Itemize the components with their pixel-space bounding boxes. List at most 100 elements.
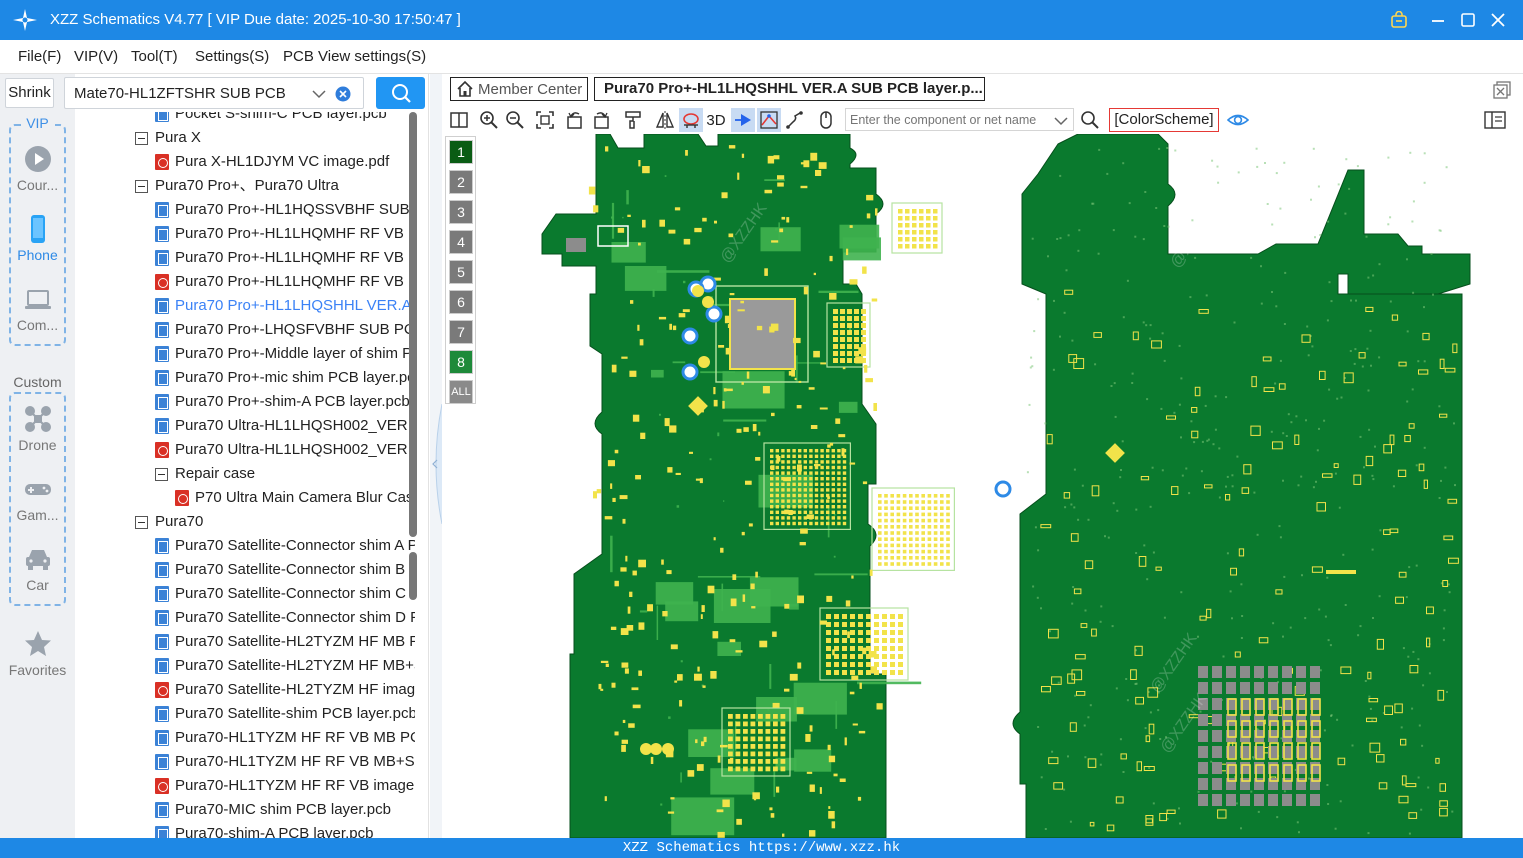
- menu-tool[interactable]: Tool(T): [131, 48, 178, 65]
- layer-button-all[interactable]: ALL: [449, 380, 473, 404]
- vip-bag-icon[interactable]: [1388, 9, 1410, 31]
- component-search-input[interactable]: [845, 108, 1074, 131]
- layer-button-7[interactable]: 7: [449, 320, 473, 344]
- mirror-button[interactable]: [653, 108, 677, 132]
- layer-button-3[interactable]: 3: [449, 200, 473, 224]
- tree-file[interactable]: Pura70 Satellite-HL2TYZM HF MB+SUB PCB l…: [155, 654, 415, 678]
- nav-car[interactable]: Car: [0, 544, 75, 593]
- tree-file[interactable]: Pura70 Pro+-HL1LHQSHHL VER.A SUB PCB lay…: [155, 294, 415, 318]
- close-tab-icon[interactable]: [1493, 81, 1511, 99]
- collapse-handle[interactable]: [428, 404, 442, 524]
- paint-brush-button[interactable]: [621, 108, 645, 132]
- tree-file[interactable]: Pura70 Satellite-HL2TYZM HF image.pdf: [155, 678, 415, 702]
- maximize-button[interactable]: [1457, 9, 1479, 31]
- tree-file[interactable]: Pura70 Pro+-HL1HQSSVBHF SUB PCB layer.pc…: [155, 198, 415, 222]
- layer-button-2[interactable]: 2: [449, 170, 473, 194]
- tree-folder[interactable]: Repair case: [155, 462, 255, 486]
- bga-left-mid-pad: [792, 454, 796, 458]
- tree-file[interactable]: P70 Ultra Main Camera Blur Case.pdf: [175, 486, 415, 510]
- tree-file[interactable]: Pura70 Pro+-HL1LHQMHF RF VB MB+SUB PCB l…: [155, 246, 415, 270]
- nav-drone[interactable]: Drone: [0, 404, 75, 453]
- visibility-button[interactable]: [1226, 108, 1250, 132]
- menu-vip[interactable]: VIP(V): [74, 48, 118, 65]
- minimize-button[interactable]: [1427, 9, 1449, 31]
- tab-active-file[interactable]: Pura70 Pro+-HL1LHQSHHL VER.A SUB PCB lay…: [594, 77, 985, 101]
- menu-settings[interactable]: Settings(S): [195, 48, 269, 65]
- search-button[interactable]: [376, 77, 425, 109]
- layer-button-4[interactable]: 4: [449, 230, 473, 254]
- collapse-toggle-icon[interactable]: [135, 131, 148, 145]
- rotate-left-button[interactable]: [563, 108, 587, 132]
- nav-gaming[interactable]: Gam...: [0, 474, 75, 523]
- tree-folder[interactable]: Pura70: [135, 510, 203, 534]
- tree-file[interactable]: Pura70 Pro+-Middle layer of shim PCB lay…: [155, 342, 415, 366]
- tree-file[interactable]: Pura70 Satellite-shim PCB layer.pcb: [155, 702, 415, 726]
- net-highlight-button[interactable]: [679, 108, 703, 132]
- component-search-button[interactable]: [1078, 108, 1102, 132]
- nav-phone[interactable]: Phone: [0, 214, 75, 263]
- nav-course[interactable]: Cour...: [0, 144, 75, 193]
- tree-file[interactable]: Pura70 Satellite-Connector shim B PCB la…: [155, 558, 415, 582]
- tree-file[interactable]: Pura70 Pro+-mic shim PCB layer.pcb: [155, 366, 415, 390]
- nav-favorites[interactable]: Favorites: [0, 629, 75, 678]
- view-3d-button[interactable]: 3D: [704, 108, 728, 132]
- tree-file[interactable]: Pura70 Pro+-shim-A PCB layer.pcb: [155, 390, 410, 414]
- search-combo[interactable]: Mate70-HL1ZFTSHR SUB PCB: [64, 77, 364, 109]
- layer-button-8[interactable]: 8: [449, 350, 473, 374]
- tree-file[interactable]: Pura70 Pro+-HL1LHQMHF RF VB MB PCB layer…: [155, 222, 415, 246]
- tree-file[interactable]: Pura70 Pro+-HL1LHQMHF RF VB image.pdf: [155, 270, 415, 294]
- tree-file[interactable]: Pura70 Satellite-Connector shim A PCB la…: [155, 534, 415, 558]
- clear-icon[interactable]: [335, 86, 351, 102]
- chevron-down-icon[interactable]: [1054, 115, 1068, 127]
- tree-scrollbar-thumb-secondary[interactable]: [409, 552, 417, 600]
- pcb-canvas[interactable]: @XZZHK @XZZHK @XZZHK @XZZHK: [478, 134, 1523, 838]
- color-scheme-button[interactable]: [ColorScheme]: [1109, 108, 1219, 132]
- tree-file[interactable]: Pura70-HL1TYZM HF RF VB MB+SUB PCB layer…: [155, 750, 415, 774]
- tree-file[interactable]: Pura70 Satellite-HL2TYZM HF MB PCB layer…: [155, 630, 415, 654]
- trace-tool-button[interactable]: [783, 108, 807, 132]
- tree-folder[interactable]: Pura X: [135, 126, 201, 150]
- zoom-out-button[interactable]: [503, 108, 527, 132]
- pin-select-button[interactable]: [731, 108, 755, 132]
- collapse-toggle-icon[interactable]: [135, 179, 148, 193]
- close-button[interactable]: [1487, 9, 1509, 31]
- tree-file[interactable]: Pura X-HL1DJYM VC image.pdf: [155, 150, 389, 174]
- tree-file[interactable]: Pura70 Ultra-HL1LHQSH002_VER.B image.pdf: [155, 438, 415, 462]
- tree-file[interactable]: Pura70-shim-A PCB layer.pcb: [155, 822, 373, 838]
- layer-button-1[interactable]: 1: [449, 140, 473, 164]
- tree-folder[interactable]: Pura70 Pro+、Pura70 Ultra: [135, 174, 339, 198]
- tree-file[interactable]: Pocket S-shim-C PCB layer.pcb: [155, 112, 387, 126]
- tree-scrollbar[interactable]: [409, 112, 417, 838]
- tree-file[interactable]: Pura70-MIC shim PCB layer.pcb: [155, 798, 391, 822]
- mouse-mode-button[interactable]: [814, 108, 838, 132]
- split-view-button[interactable]: [447, 108, 471, 132]
- panel-splitter[interactable]: [430, 74, 442, 838]
- menu-file[interactable]: File(F): [18, 48, 61, 65]
- ratsnest-button[interactable]: [757, 108, 781, 132]
- tab-member-center[interactable]: Member Center: [450, 77, 588, 101]
- tree-file[interactable]: Pura70 Satellite-Connector shim D PCB la…: [155, 606, 415, 630]
- rotate-right-button[interactable]: [589, 108, 613, 132]
- layer-button-5[interactable]: 5: [449, 260, 473, 284]
- zoom-in-button[interactable]: [477, 108, 501, 132]
- play-icon: [24, 146, 51, 172]
- chevron-down-icon[interactable]: [312, 87, 326, 101]
- nav-computer[interactable]: Com...: [0, 284, 75, 333]
- shrink-button[interactable]: Shrink: [5, 78, 54, 108]
- collapse-toggle-icon[interactable]: [155, 467, 168, 481]
- side-panel-button[interactable]: [1483, 108, 1507, 132]
- layer-button-6[interactable]: 6: [449, 290, 473, 314]
- pcb-drawing[interactable]: @XZZHK @XZZHK@XZZHK@XZZHK: [478, 134, 1523, 838]
- fit-view-button[interactable]: [533, 108, 557, 132]
- tree-file[interactable]: Pura70 Pro+-LHQSFVBHF SUB PCB layer.pcb: [155, 318, 415, 342]
- search-input[interactable]: Mate70-HL1ZFTSHR SUB PCB: [74, 85, 286, 102]
- tree-file[interactable]: Pura70 Satellite-Connector shim C PCB la…: [155, 582, 415, 606]
- tree-file[interactable]: Pura70-HL1TYZM HF RF VB MB PCB layer.pcb: [155, 726, 415, 750]
- tree-item-label: Pura70 Pro+、Pura70 Ultra: [155, 177, 339, 194]
- tree-file[interactable]: Pura70 Ultra-HL1LHQSH002_VER.B PCB layer…: [155, 414, 415, 438]
- menu-pcb-view-settings[interactable]: PCB View settings(S): [283, 48, 426, 65]
- tree-scrollbar-thumb[interactable]: [409, 112, 417, 537]
- tree-file[interactable]: Pura70-HL1TYZM HF RF VB image.pdf: [155, 774, 415, 798]
- collapse-toggle-icon[interactable]: [135, 515, 148, 529]
- smd-pad: [677, 674, 683, 681]
